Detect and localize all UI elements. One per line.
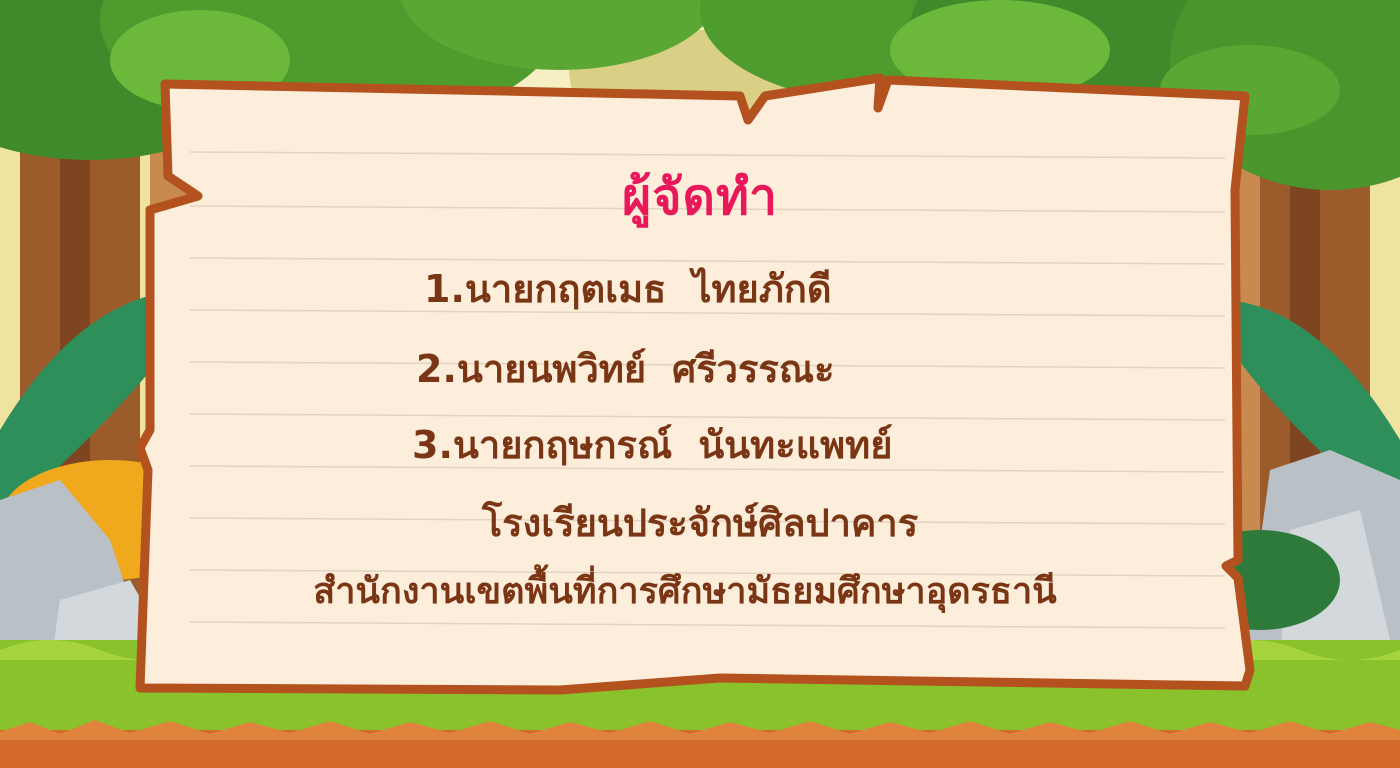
credits-panel: ผู้จัดทำ 1.นายกฤตเมธ ไทยภักดี 2.นายนพวิทย… xyxy=(0,0,1400,768)
member-1-surname: ไทยภักดี xyxy=(692,267,832,311)
member-3-surname: นันทะแพทย์ xyxy=(698,423,893,467)
member-2-surname: ศรีวรรณะ xyxy=(672,347,835,391)
school-name: โรงเรียนประจักษ์ศิลปาคาร xyxy=(481,501,919,545)
member-1: 1.นายกฤตเมธ ไทยภักดี xyxy=(424,258,832,319)
member-2-name: 2.นายนพวิทย์ xyxy=(416,347,647,391)
education-office: สำนักงานเขตพื้นที่การศึกษามัธยมศึกษาอุดร… xyxy=(313,571,1057,612)
member-2: 2.นายนพวิทย์ ศรีวรรณะ xyxy=(416,338,835,399)
member-3-name: 3.นายกฤษกรณ์ xyxy=(412,423,673,467)
member-1-name: 1.นายกฤตเมธ xyxy=(424,267,667,311)
member-3: 3.นายกฤษกรณ์ นันทะแพทย์ xyxy=(412,414,892,475)
credits-title: ผู้จัดทำ xyxy=(621,168,779,226)
